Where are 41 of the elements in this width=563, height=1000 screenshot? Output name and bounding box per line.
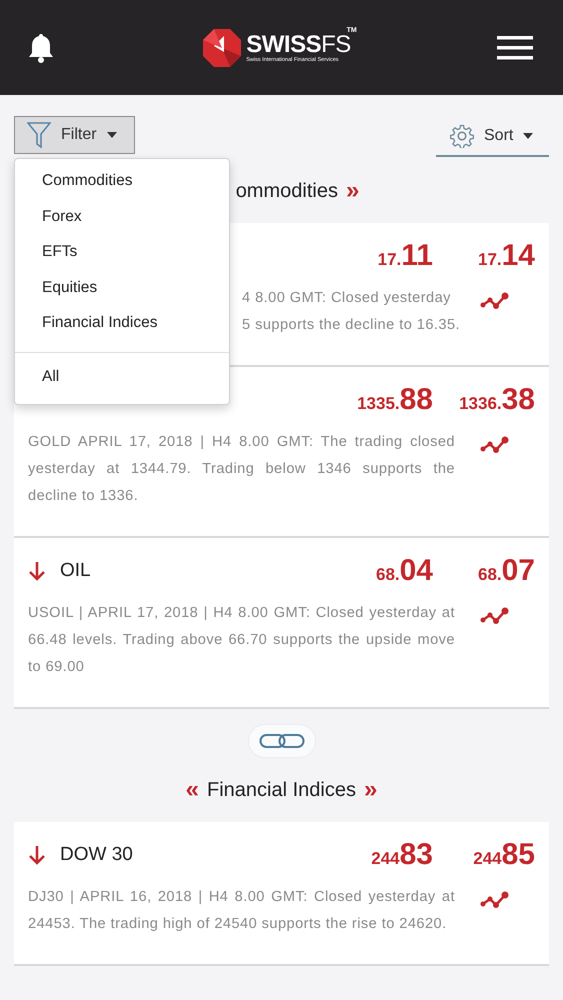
instrument-name: OIL	[60, 560, 91, 582]
bid-price: 1335.88	[356, 383, 433, 417]
ask-price: 17.14	[476, 239, 535, 273]
section-title: ommodities	[236, 180, 338, 202]
caret-icon	[523, 133, 534, 139]
settings-icon	[450, 124, 474, 148]
chart-icon[interactable]	[480, 435, 510, 455]
chevron-marker: »	[346, 177, 360, 205]
menu-icon[interactable]	[496, 34, 533, 60]
instrument-name: DOW 30	[60, 844, 133, 866]
ask-price: 1336.38	[458, 383, 535, 417]
bell-icon[interactable]	[26, 32, 56, 64]
description-text: GOLD APRIL 17, 2018 | H4 8.00 GMT: The trading closed yesterday at 1344.79. Trading below 1346 supports the decline to 1336.	[28, 433, 455, 506]
link-icon	[258, 733, 304, 749]
bid-price: 68.04	[374, 554, 433, 588]
ask-price: 68.07	[476, 554, 535, 588]
description-text: DJ30 | APRIL 16, 2018 | H4 8.00 GMT: Closed yesterday at 24453. The trading high of 24540 supports the rise to 24620.	[28, 888, 455, 934]
filter-icon	[27, 121, 51, 149]
chevron-marker: «	[186, 776, 200, 804]
menu-item[interactable]: EFTs	[15, 236, 229, 272]
menu-item[interactable]: Financial Indices	[15, 307, 229, 342]
menu-item[interactable]: All	[15, 360, 229, 396]
section-title: Financial Indices	[207, 778, 356, 802]
logo-text: SWISSFS	[246, 32, 351, 56]
chevron-marker: »	[364, 776, 378, 804]
ask-price: 24485	[472, 838, 535, 872]
filter-button[interactable]: Filter	[14, 116, 135, 154]
menu-item[interactable]: Commodities	[15, 165, 229, 200]
bid-price: 17.11	[376, 239, 433, 273]
chart-icon[interactable]	[480, 606, 510, 626]
menu-item[interactable]: Equities	[15, 272, 229, 307]
bid-price: 24483	[370, 838, 433, 872]
description-text: 4 8.00 GMT: Closed yesterday	[242, 289, 452, 308]
chart-icon[interactable]	[480, 890, 510, 910]
description-text: USOIL | APRIL 17, 2018 | H4 8.00 GMT: Closed yesterday at 66.48 levels. Trading above 66.70 supports the upside move to 69.00	[28, 604, 455, 677]
logo-icon	[202, 28, 242, 68]
caret-icon	[106, 132, 117, 138]
link-button[interactable]	[248, 724, 316, 758]
menu-item[interactable]: Forex	[15, 200, 229, 236]
sort-button[interactable]: Sort	[436, 117, 549, 157]
chart-icon[interactable]	[480, 291, 510, 311]
